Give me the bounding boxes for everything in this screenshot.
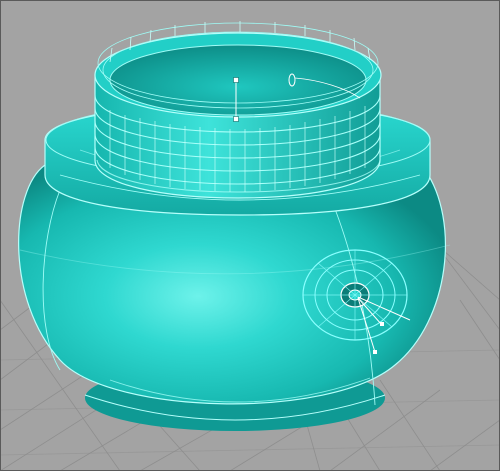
rhino-perspective-viewport[interactable] [0,0,500,471]
